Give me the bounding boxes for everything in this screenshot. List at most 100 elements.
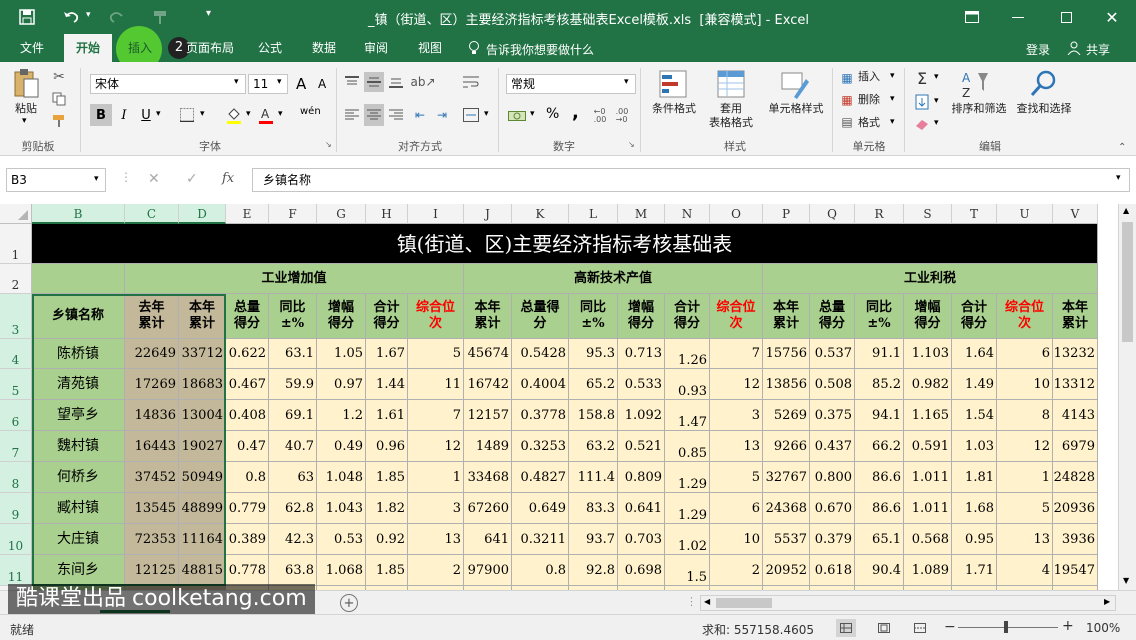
data-cell[interactable]: 86.6 [855,462,904,493]
data-cell[interactable]: 1.85 [366,462,408,493]
ribbon-display-options-icon[interactable] [960,8,984,26]
data-cell[interactable]: 1.68 [952,493,997,524]
column-title[interactable]: 综合位 次 [997,294,1053,339]
data-cell[interactable]: 0.568 [904,524,952,555]
data-cell[interactable]: 3 [408,493,464,524]
data-cell[interactable]: 45674 [464,339,512,369]
data-cell[interactable]: 0.521 [618,431,665,462]
data-cell[interactable]: 1.49 [952,369,997,400]
zoom-out-button[interactable]: − [944,619,956,635]
row-header[interactable]: 7 [0,431,32,462]
insert-cells-button[interactable]: 插入 [858,70,880,84]
col-header[interactable]: R [855,204,904,224]
worksheet-grid[interactable]: BCDEFGHIJKLMNOPQRSTUV 123456789101112 镇(… [0,204,1118,590]
find-select-button[interactable]: 查找和选择 [1010,102,1078,116]
row-header[interactable]: 3 [0,294,32,339]
zoom-slider-thumb[interactable] [1004,621,1008,633]
data-cell[interactable]: 10 [997,369,1053,400]
accounting-format-icon[interactable] [506,106,528,126]
data-cell[interactable]: 158.8 [569,400,618,431]
data-cell[interactable]: 0.408 [226,400,269,431]
col-header[interactable]: N [665,204,710,224]
customize-qat-icon[interactable]: ▾ [206,8,211,19]
data-cell[interactable]: 1.011 [904,493,952,524]
column-title[interactable]: 总量 得分 [226,294,269,339]
horizontal-scroll-thumb[interactable] [716,598,772,608]
col-header[interactable]: S [904,204,952,224]
column-title[interactable]: 增幅 得分 [904,294,952,339]
data-cell[interactable]: 0.809 [618,462,665,493]
format-painter-icon[interactable] [50,112,68,130]
data-cell[interactable]: 0.591 [904,431,952,462]
data-cell[interactable]: 5 [997,493,1053,524]
data-cell[interactable]: 13 [408,524,464,555]
data-cell[interactable]: 5 [408,339,464,369]
data-cell[interactable]: 0.713 [618,339,665,369]
col-header[interactable]: Q [810,204,855,224]
data-cell[interactable]: 24828 [1053,462,1098,493]
autosum-dropdown-icon[interactable]: ▾ [934,72,939,82]
col-header[interactable]: C [125,204,179,224]
wrap-text-icon[interactable] [460,72,482,92]
column-title[interactable]: 合计 得分 [665,294,710,339]
clear-icon[interactable] [912,114,932,134]
normal-view-icon[interactable] [836,619,856,637]
decrease-indent-icon[interactable]: ⇤ [410,104,430,126]
align-right-icon[interactable] [386,104,406,126]
tab-home[interactable]: 开始 [64,34,112,62]
insert-cells-dropdown-icon[interactable]: ▾ [890,71,895,81]
col-header[interactable]: H [366,204,408,224]
sort-filter-button[interactable]: 排序和筛选 [944,102,1014,116]
col-header[interactable]: O [710,204,763,224]
data-cell[interactable]: 62.8 [269,493,317,524]
tab-file[interactable]: 文件 [10,34,54,62]
column-title[interactable]: 增幅 得分 [618,294,665,339]
expand-formula-bar-icon[interactable]: ▾ [1116,173,1121,183]
data-cell[interactable]: 0.375 [810,400,855,431]
data-cell[interactable]: 1.5 [665,555,710,586]
tab-review[interactable]: 审阅 [356,34,396,62]
data-cell[interactable]: 0.467 [226,369,269,400]
maximize-icon[interactable] [1054,8,1078,26]
align-bottom-icon[interactable] [386,72,406,92]
page-layout-view-icon[interactable] [874,619,894,637]
column-title[interactable]: 同比 ±% [569,294,618,339]
data-cell[interactable]: 1.29 [665,493,710,524]
row-header[interactable]: 4 [0,339,32,369]
data-cell[interactable]: 1.54 [952,400,997,431]
align-left-icon[interactable] [342,104,362,126]
data-cell[interactable]: 93.7 [569,524,618,555]
col-header[interactable]: L [569,204,618,224]
data-cell[interactable]: 1.47 [665,400,710,431]
borders-dropdown-icon[interactable]: ▾ [200,109,205,119]
tab-formulas[interactable]: 公式 [250,34,290,62]
data-cell[interactable]: 65.1 [855,524,904,555]
data-cell[interactable]: 10 [710,524,763,555]
data-cell[interactable]: 0.670 [810,493,855,524]
data-cell[interactable]: 0.698 [618,555,665,586]
row-header[interactable]: 11 [0,555,32,586]
data-cell[interactable]: 0.47 [226,431,269,462]
data-cell[interactable]: 13856 [763,369,810,400]
column-title[interactable]: 本年 累计 [464,294,512,339]
col-header[interactable]: V [1053,204,1098,224]
data-cell[interactable]: 0.533 [618,369,665,400]
col-header[interactable]: K [512,204,569,224]
row-header[interactable]: 9 [0,493,32,524]
insert-function-icon[interactable]: fx [222,171,234,186]
data-cell[interactable]: 0.537 [810,339,855,369]
data-cell[interactable]: 1.011 [904,462,952,493]
data-cell[interactable]: 0.93 [665,369,710,400]
data-cell[interactable]: 0.379 [810,524,855,555]
data-cell[interactable]: 0.8 [512,555,569,586]
sort-filter-icon[interactable]: AZ [958,68,992,100]
format-cells-dropdown-icon[interactable]: ▾ [890,117,895,127]
collapse-ribbon-icon[interactable]: ⌃ [1118,142,1126,153]
data-cell[interactable]: 94.1 [855,400,904,431]
data-cell[interactable]: 0.3778 [512,400,569,431]
data-cell[interactable]: 1.092 [618,400,665,431]
paste-icon[interactable] [10,66,42,100]
group-header-empty[interactable] [32,264,125,294]
column-title[interactable]: 增幅 得分 [317,294,366,339]
font-size-dropdown-icon[interactable]: ▾ [277,77,282,87]
